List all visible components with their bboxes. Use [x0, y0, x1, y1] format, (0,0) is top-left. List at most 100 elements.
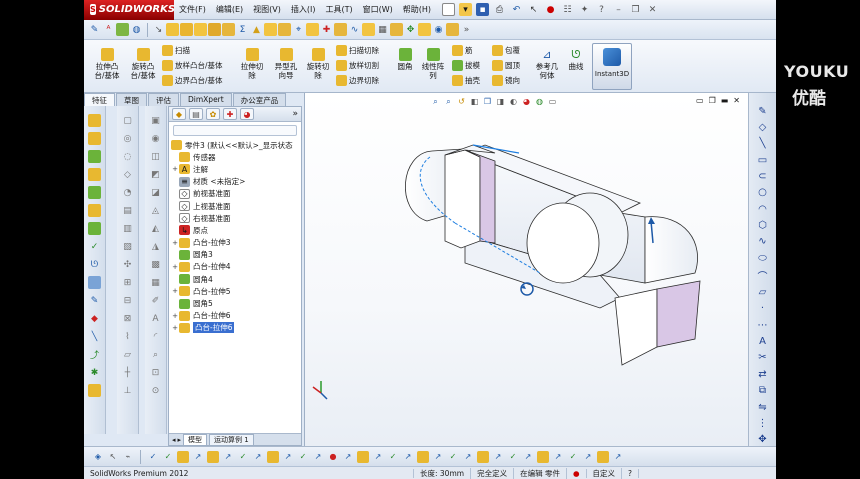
bottom-sketch-icon[interactable]: ◈	[92, 451, 104, 463]
hole-wizard-button[interactable]: 异型孔 向导	[270, 48, 302, 80]
bottom-tool-14-icon[interactable]: ↗	[342, 451, 354, 463]
warning-triangle-icon[interactable]: ▲	[250, 23, 263, 36]
close-icon[interactable]: ✕	[646, 3, 659, 16]
undo-icon[interactable]: ↶	[510, 3, 523, 16]
reference-geometry-button[interactable]: ⊿ 参考几 何体	[530, 48, 564, 80]
ghost-cut-icon[interactable]: ◫	[149, 150, 162, 163]
mirror-entities-icon[interactable]: ⇋	[756, 401, 770, 413]
graphics-area[interactable]: ⌕ ⌕ ↺ ◧ ❒ ◨ ◐ ◕ ◍ ▭ ▭ ❐ ▬ ✕	[304, 93, 748, 446]
draft-tool-icon[interactable]	[88, 186, 101, 199]
bottom-tool-13-icon[interactable]: ●	[327, 451, 339, 463]
boss-tool-icon[interactable]	[88, 114, 101, 127]
dimxpert-tab-icon[interactable]: ✚	[223, 108, 237, 120]
instant3d-button[interactable]: Instant3D	[592, 43, 632, 90]
open-folder-icon[interactable]: ▾	[459, 3, 473, 16]
bottom-tool-32-icon[interactable]: ↗	[612, 451, 624, 463]
bottom-tool-23-icon[interactable]	[477, 450, 489, 463]
smart-dimension-icon[interactable]: ◆	[88, 312, 101, 325]
menu-tools[interactable]: 工具(T)	[320, 4, 357, 15]
curve-tool-icon[interactable]: ✓	[88, 240, 101, 253]
options-icon[interactable]: ☷	[561, 3, 574, 16]
menu-window[interactable]: 窗口(W)	[358, 4, 398, 15]
tree-item[interactable]: 圆角5	[171, 297, 301, 309]
linear-sketch-pattern-icon[interactable]: ⋮	[756, 417, 770, 429]
bottom-tool-5-icon[interactable]	[207, 450, 219, 463]
ghost-split-icon[interactable]: ▥	[121, 222, 134, 235]
tree-expand-icon[interactable]: +	[171, 165, 179, 173]
ghost-indent-icon[interactable]: ◮	[149, 240, 162, 253]
file-properties-icon[interactable]: ✦	[578, 3, 591, 16]
bottom-tool-17-icon[interactable]: ✓	[387, 451, 399, 463]
ghost-table-icon[interactable]: ▦	[149, 276, 162, 289]
mold-icon[interactable]	[446, 23, 459, 36]
rebuild-icon[interactable]: ●	[544, 3, 557, 16]
bottom-tool-4-icon[interactable]: ↗	[192, 451, 204, 463]
print-icon[interactable]: ⎙	[493, 3, 506, 16]
tree-item[interactable]: + 凸台-拉伸4	[171, 261, 301, 273]
bottom-tool-18-icon[interactable]: ↗	[402, 451, 414, 463]
sweep-button[interactable]: 扫描	[162, 45, 190, 56]
reference-icon[interactable]	[208, 23, 221, 36]
extrude-cut-button[interactable]: 拉伸切 除	[236, 48, 268, 80]
bottom-tool-31-icon[interactable]	[597, 450, 609, 463]
display-manager-tab-icon[interactable]: ◕	[240, 108, 254, 120]
ghost-plane-icon[interactable]: ▱	[121, 348, 134, 361]
save-icon[interactable]: ▪	[476, 3, 490, 16]
centerline-icon[interactable]: ⋯	[756, 319, 770, 331]
scroll-right-icon[interactable]: ▸	[178, 436, 182, 444]
text-icon[interactable]: A	[756, 335, 770, 347]
fillet-tool-icon[interactable]	[88, 150, 101, 163]
tree-item[interactable]: + 凸台-拉伸6	[171, 322, 301, 334]
section-icon[interactable]	[334, 23, 347, 36]
ghost-search-icon[interactable]: ⌕	[149, 348, 162, 361]
tree-item[interactable]: 圆角3	[171, 249, 301, 261]
bottom-tool-15-icon[interactable]	[357, 450, 369, 463]
surface-tool-icon[interactable]	[88, 276, 101, 289]
ghost-sketch-icon[interactable]: ✐	[149, 294, 162, 307]
revolve-cut-button[interactable]: 旋转切 除	[302, 48, 334, 80]
swept-cut-button[interactable]: 扫描切除	[336, 45, 379, 56]
tree-expand-icon[interactable]: +	[171, 263, 179, 271]
toolbar-arrow-icon[interactable]: ↘	[152, 23, 165, 36]
tree-expand-icon[interactable]: +	[171, 239, 179, 247]
arc-icon[interactable]: ◠	[756, 203, 770, 215]
bottom-tool-11-icon[interactable]: ✓	[297, 451, 309, 463]
sketch-block-icon[interactable]	[194, 23, 207, 36]
plane-sketch-icon[interactable]: ▱	[756, 286, 770, 298]
select-arrow-icon[interactable]: ↖	[527, 3, 540, 16]
tree-item[interactable]: + A 注解	[171, 163, 301, 175]
note-tool-icon[interactable]	[88, 384, 101, 397]
feature-tree-tab-icon[interactable]: ◆	[172, 108, 186, 120]
draft-button[interactable]: 拔模	[452, 60, 480, 71]
ghost-arc-icon[interactable]: ◜	[149, 330, 162, 343]
solidworks-logo[interactable]: S SOLIDWORKS	[84, 0, 175, 20]
tree-expand-icon[interactable]: +	[171, 324, 179, 332]
ghost-misc-icon[interactable]: ⊙	[149, 384, 162, 397]
relations-icon[interactable]	[180, 23, 193, 36]
tree-root[interactable]: 零件3 (默认<<默认>_显示状态	[171, 139, 301, 151]
ghost-boss-icon[interactable]: ▢	[121, 114, 134, 127]
polygon-icon[interactable]: ⬡	[756, 219, 770, 231]
tab-sketch[interactable]: 草图	[116, 93, 147, 106]
sheet-icon[interactable]	[362, 23, 375, 36]
tab-motion-study[interactable]: 运动算例 1	[209, 433, 254, 446]
ellipse-icon[interactable]: ⬭	[756, 252, 770, 264]
ghost-view-icon[interactable]: ⊡	[149, 366, 162, 379]
tab-office-products[interactable]: 办公室产品	[232, 93, 287, 106]
bottom-tool-3-icon[interactable]	[177, 450, 189, 463]
status-custom[interactable]: 自定义	[587, 467, 623, 479]
new-file-icon[interactable]	[442, 3, 456, 16]
shell-button[interactable]: 抽壳	[452, 75, 480, 86]
panel-expand-icon[interactable]: »	[292, 109, 298, 119]
ghost-loft-icon[interactable]: ◇	[121, 168, 134, 181]
tab-features[interactable]: 特征	[84, 93, 115, 106]
measure-icon[interactable]: ⌖	[292, 23, 305, 36]
bottom-tool-21-icon[interactable]: ✓	[447, 451, 459, 463]
ghost-combine-icon[interactable]: ▧	[121, 240, 134, 253]
bottom-tool-1-icon[interactable]: ✓	[147, 451, 159, 463]
line-tool-icon[interactable]: ╲	[88, 330, 101, 343]
import-icon[interactable]	[418, 23, 431, 36]
ghost-dome-icon[interactable]: ◔	[121, 186, 134, 199]
ghost-move-icon[interactable]: ✣	[121, 258, 134, 271]
cut-tool-icon[interactable]	[88, 132, 101, 145]
